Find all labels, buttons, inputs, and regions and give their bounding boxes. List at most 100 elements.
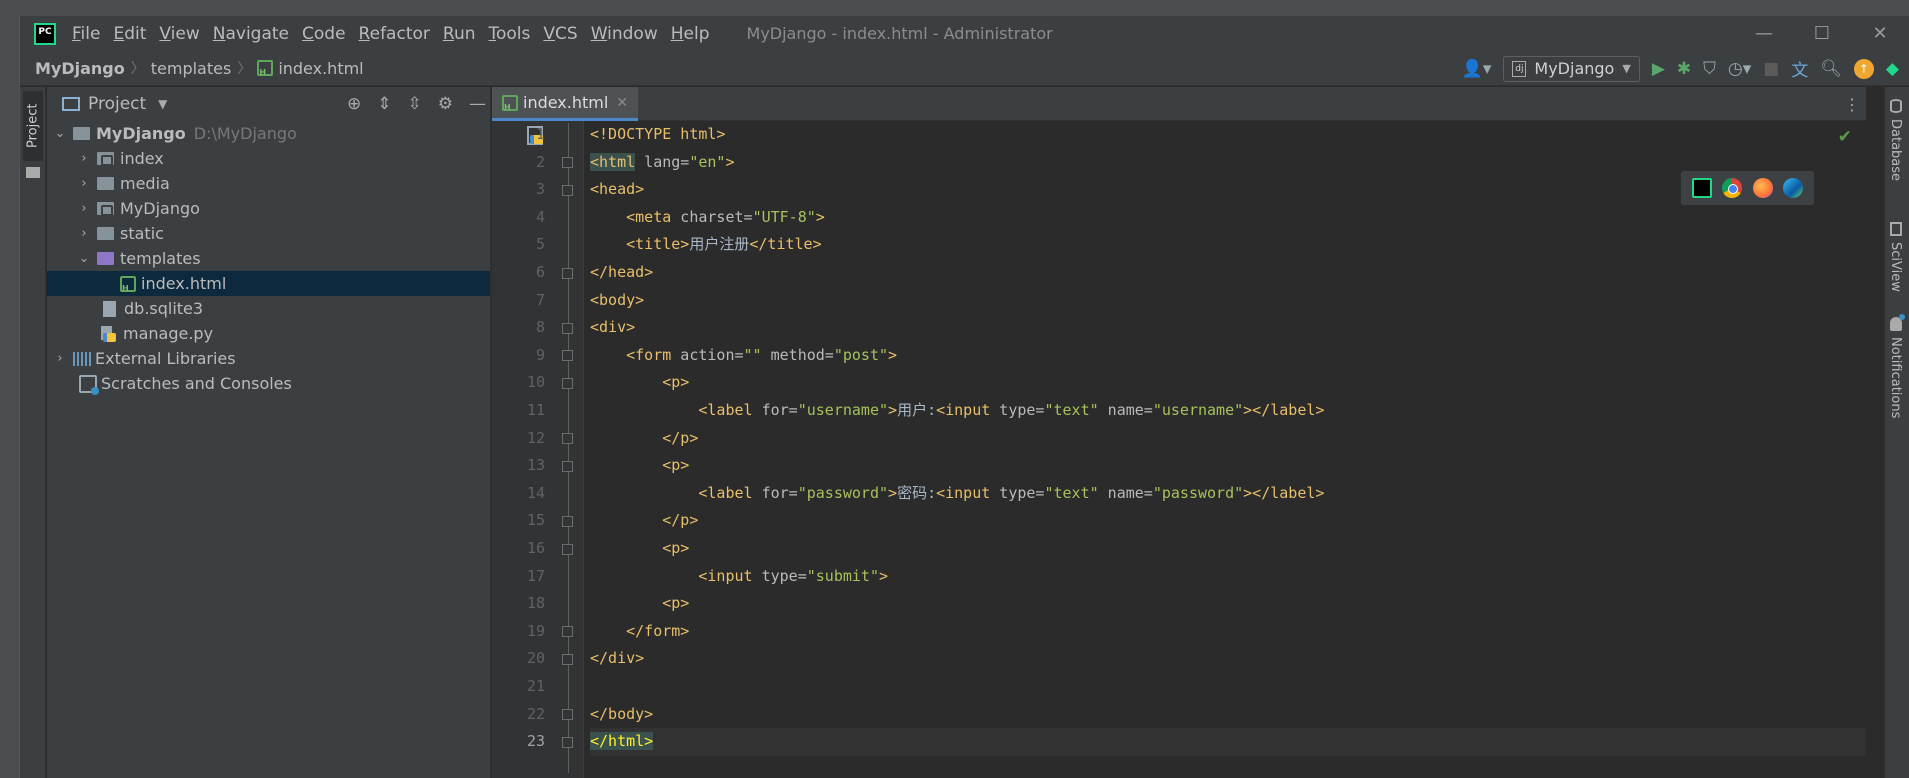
firefox-icon[interactable] (1752, 178, 1773, 198)
folder-icon (97, 177, 114, 190)
menu-view[interactable]: View (159, 24, 199, 44)
chevron-down-icon[interactable]: ⌄ (53, 126, 67, 141)
fold-marker-icon[interactable] (562, 378, 573, 389)
breadcrumb-templates[interactable]: templates (151, 59, 232, 78)
menu-file[interactable]: File (72, 24, 100, 44)
chrome-icon[interactable] (1722, 178, 1743, 198)
close-button[interactable]: ✕ (1851, 16, 1909, 51)
chevron-right-icon[interactable]: › (77, 226, 91, 241)
chevron-down-icon[interactable]: ⌄ (77, 251, 91, 266)
fold-marker-icon[interactable] (562, 268, 573, 279)
bell-icon (1889, 314, 1905, 331)
chevron-right-icon[interactable]: › (77, 176, 91, 191)
checkmark-icon[interactable]: ✔ (1838, 127, 1852, 147)
menu-window[interactable]: Window (591, 24, 658, 44)
edge-icon[interactable] (1782, 178, 1803, 198)
fold-marker-icon[interactable] (562, 433, 573, 444)
user-icon[interactable]: 👤▾ (1462, 59, 1492, 79)
fold-marker-icon[interactable] (562, 185, 573, 196)
tree-item-media[interactable]: › media (47, 171, 490, 196)
code-line-2: <html lang="en"> (590, 149, 1866, 177)
fold-marker-icon[interactable] (562, 157, 573, 168)
fold-marker-icon[interactable] (562, 323, 573, 334)
menu-refactor[interactable]: Refactor (359, 24, 430, 44)
fold-marker-icon[interactable] (562, 654, 573, 665)
project-tool-tab[interactable]: Project (23, 91, 43, 161)
django-icon: dj (1512, 60, 1527, 77)
collapse-all-icon[interactable]: ⇳ (408, 94, 422, 114)
breadcrumb-project[interactable]: MyDjango (35, 59, 125, 78)
project-panel-title[interactable]: Project (88, 94, 146, 114)
locate-icon[interactable]: ⊕ (347, 94, 361, 114)
tree-item-manage-py[interactable]: manage.py (47, 321, 490, 346)
fold-marker-icon[interactable] (562, 516, 573, 527)
code-area[interactable]: 1 2 3 4 5 6 7 8 9 10 11 12 13 14 15 16 1… (492, 121, 1866, 778)
sciview-tool-tab[interactable]: SciView (1888, 222, 1903, 292)
database-tool-tab[interactable]: Database (1888, 99, 1903, 181)
gear-icon[interactable]: ⚙ (438, 94, 453, 114)
tree-item-db-sqlite3[interactable]: db.sqlite3 (47, 296, 490, 321)
jetbrains-icon[interactable]: ◆ (1886, 59, 1899, 79)
fold-marker-icon[interactable] (562, 709, 573, 720)
pycharm-logo-icon[interactable]: PC (34, 22, 56, 45)
tree-item-static[interactable]: › static (47, 221, 490, 246)
pycharm-icon[interactable] (1692, 178, 1713, 198)
fold-marker-icon[interactable] (562, 737, 573, 748)
run-configuration-selector[interactable]: dj MyDjango ▼ (1503, 55, 1640, 82)
html-file-icon (120, 275, 136, 293)
tab-index-html[interactable]: index.html ✕ (492, 87, 639, 121)
tree-item-index-html[interactable]: index.html (47, 271, 490, 296)
package-folder-icon (97, 152, 114, 166)
line-number: 11 (526, 401, 545, 419)
line-number: 9 (535, 345, 545, 364)
menu-tools[interactable]: Tools (489, 24, 531, 44)
editor: index.html ✕ ⋮ 1 2 3 4 5 6 7 8 9 10 11 1… (492, 87, 1866, 778)
html-file-icon (257, 60, 274, 77)
code-token: "submit" (806, 566, 879, 585)
code-line-15: </p> (590, 507, 1866, 535)
code-line-16: <p> (590, 535, 1866, 563)
code-token: </p> (662, 511, 699, 530)
menu-vcs[interactable]: VCS (543, 24, 577, 44)
tree-item-templates[interactable]: ⌄ templates (47, 246, 490, 271)
more-options-icon[interactable]: ⋮ (1844, 95, 1860, 114)
debug-icon[interactable]: ✱ (1677, 59, 1691, 79)
templates-folder-icon (97, 252, 114, 265)
code-token: "username" (1152, 401, 1244, 419)
fold-marker-icon[interactable] (562, 626, 573, 637)
hide-icon[interactable]: — (469, 94, 486, 114)
search-icon[interactable]: 🔍︎ (1820, 59, 1842, 79)
expand-all-icon[interactable]: ⇕ (377, 94, 391, 114)
close-icon[interactable]: ✕ (616, 95, 628, 111)
tree-item-label: MyDjango (96, 124, 186, 143)
tree-item-index[interactable]: › index (47, 146, 490, 171)
menu-help[interactable]: Help (671, 24, 710, 44)
translate-icon[interactable]: 文 (1791, 56, 1808, 81)
menu-edit[interactable]: Edit (113, 24, 146, 44)
notifications-tool-tab[interactable]: Notifications (1888, 314, 1905, 418)
tree-item-scratches[interactable]: Scratches and Consoles (47, 371, 490, 396)
chevron-right-icon[interactable]: › (77, 201, 91, 216)
fold-marker-icon[interactable] (562, 461, 573, 472)
maximize-button[interactable]: ☐ (1793, 16, 1851, 51)
chevron-down-icon[interactable]: ▼ (158, 97, 167, 111)
chevron-right-icon[interactable]: › (77, 151, 91, 166)
fold-marker-icon[interactable] (562, 544, 573, 555)
coverage-icon[interactable]: ⛉ (1703, 59, 1716, 79)
run-icon[interactable]: ▶ (1652, 59, 1665, 79)
breadcrumb-file[interactable]: index.html (278, 59, 363, 78)
tree-item-external-libraries[interactable]: › External Libraries (47, 346, 490, 371)
stop-icon[interactable]: ■ (1763, 59, 1779, 79)
code-line-17: <input type="submit"> (590, 563, 1866, 591)
tree-item-mydjango-root[interactable]: ⌄ MyDjango D:\MyDjango (47, 121, 490, 146)
tree-item-mydjango-package[interactable]: › MyDjango (47, 196, 490, 221)
menu-run[interactable]: Run (443, 24, 476, 44)
tree-item-label: manage.py (123, 324, 214, 343)
chevron-right-icon[interactable]: › (53, 351, 67, 366)
update-icon[interactable]: ↑ (1853, 58, 1874, 79)
profile-icon[interactable]: ◷▾ (1728, 59, 1751, 79)
minimize-button[interactable]: — (1735, 16, 1793, 51)
menu-code[interactable]: Code (302, 24, 346, 44)
fold-marker-icon[interactable] (562, 350, 573, 361)
menu-navigate[interactable]: Navigate (213, 24, 289, 44)
